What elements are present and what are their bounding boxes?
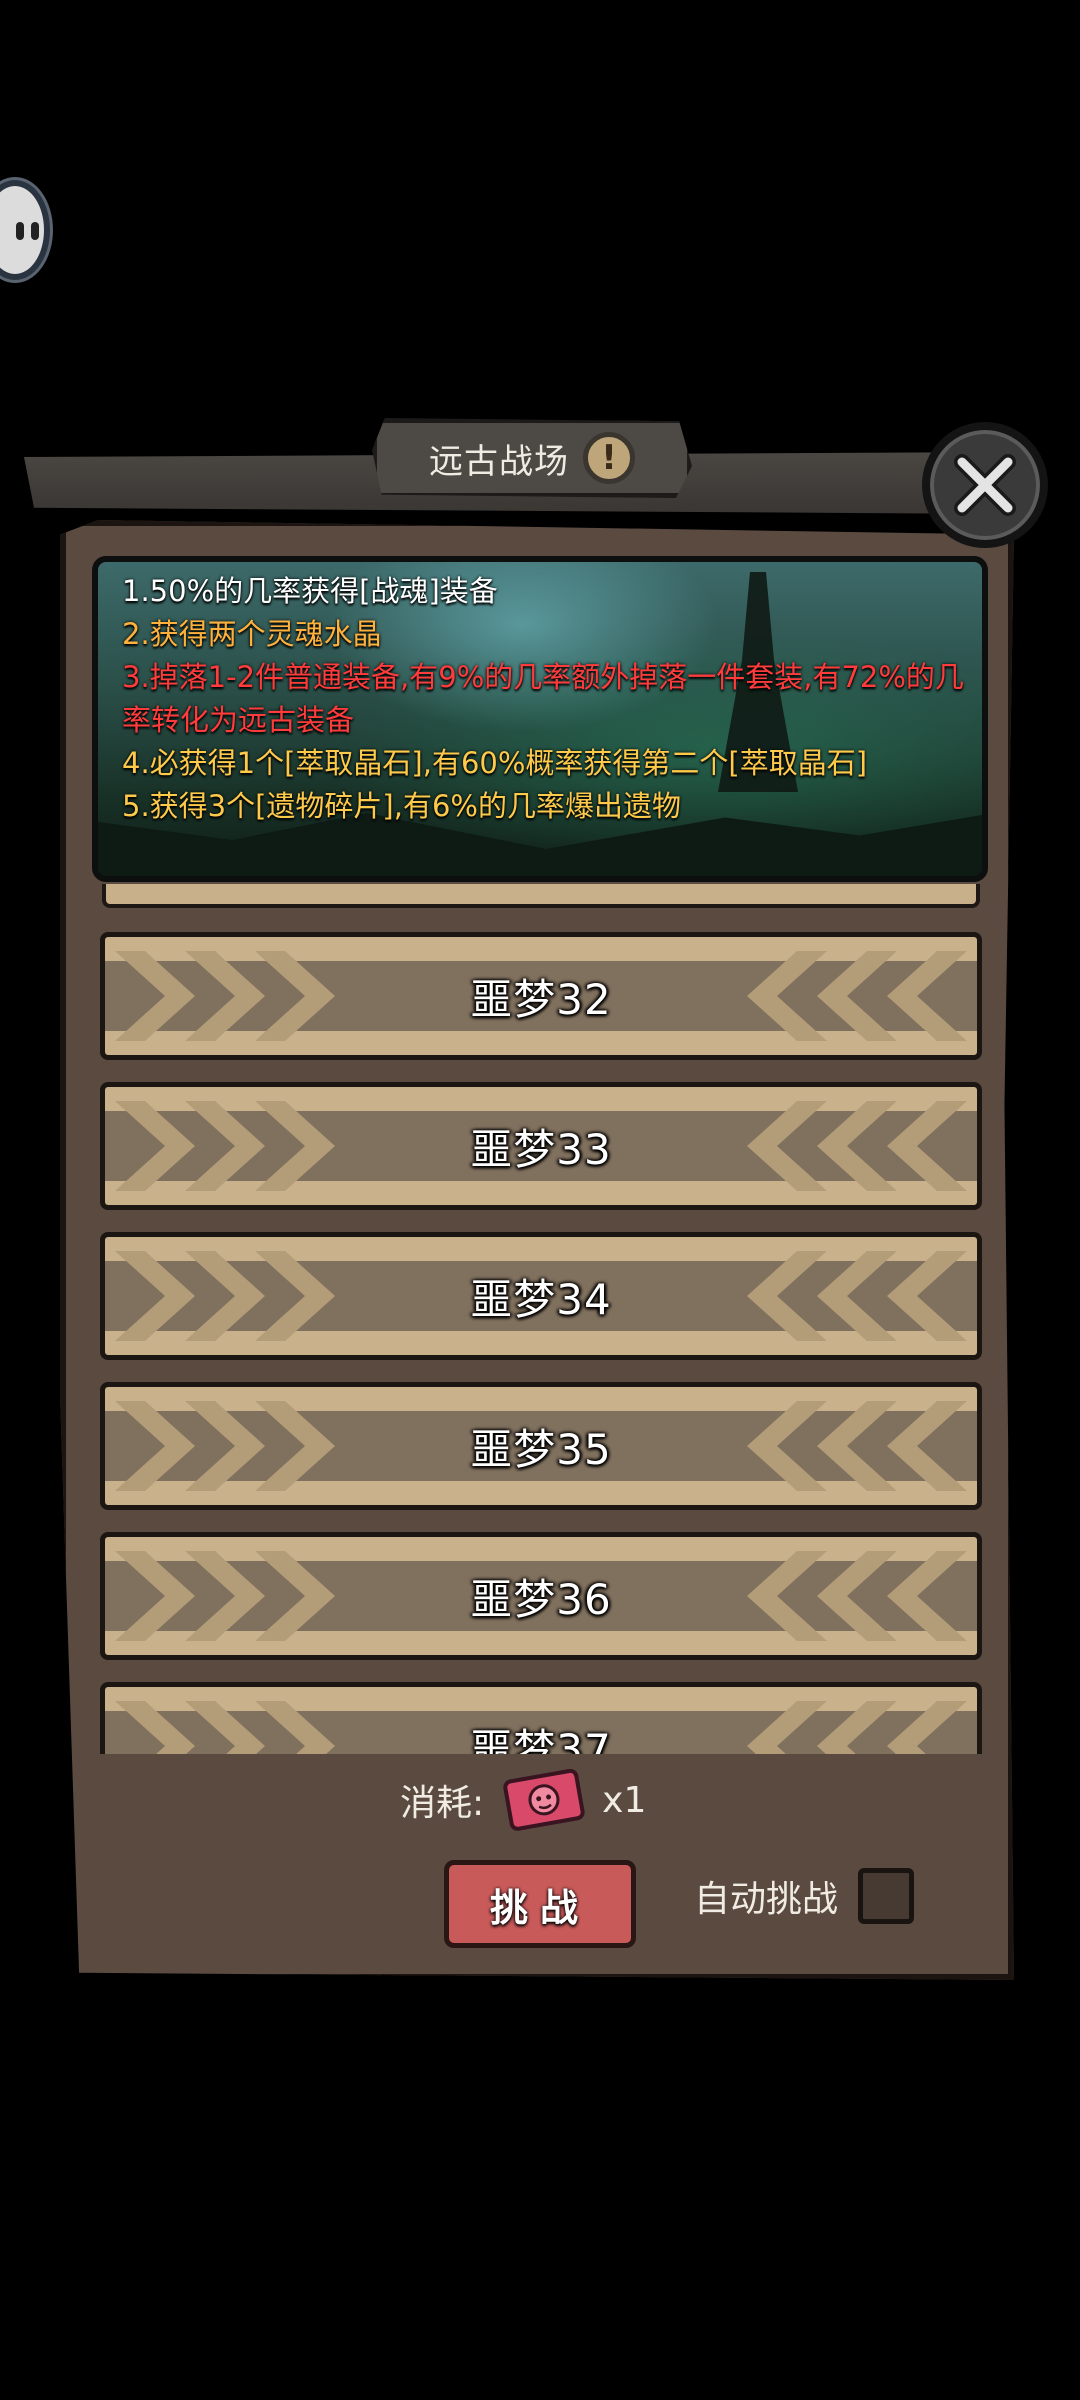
chevron-right-icon (115, 1251, 335, 1341)
ticket-icon (503, 1768, 585, 1831)
cost-quantity: x1 (602, 1779, 647, 1821)
chevron-right-icon (115, 1401, 335, 1491)
chevron-right-icon (115, 951, 335, 1041)
close-button[interactable] (922, 422, 1048, 548)
auto-challenge-label: 自动挑战 (694, 1879, 839, 1920)
cost-row: 消耗: x1 (400, 1760, 646, 1840)
reward-list: 1.50%的几率获得[战魂]装备 2.获得两个灵魂水晶 3.掉落1-2件普通装备… (122, 570, 970, 828)
level-item[interactable]: 噩梦34 (100, 1232, 982, 1360)
level-label: 噩梦37 (470, 1724, 612, 1755)
level-item[interactable]: 噩梦35 (100, 1382, 982, 1510)
level-item[interactable]: 噩梦32 (100, 932, 982, 1060)
close-x-icon (954, 454, 1016, 516)
level-item[interactable]: 噩梦33 (100, 1082, 982, 1210)
chevron-right-icon (115, 1101, 335, 1191)
eye-icon (16, 222, 24, 240)
level-label: 噩梦33 (470, 1124, 612, 1174)
level-label: 噩梦32 (470, 974, 612, 1024)
cost-label: 消耗: (400, 1783, 485, 1824)
reward-line-5: 5.获得3个[遗物碎片],有6%的几率爆出遗物 (122, 789, 681, 823)
chevron-left-icon (747, 951, 967, 1041)
auto-challenge-row[interactable]: 自动挑战 (694, 1868, 915, 1924)
exclamation-icon[interactable]: ! (583, 432, 635, 484)
reward-line-3: 3.掉落1-2件普通装备,有9%的几率额外掉落一件套装,有72%的几率转化为远古… (122, 660, 964, 737)
chevron-right-icon (115, 1551, 335, 1641)
chevron-left-icon (747, 1101, 967, 1191)
chevron-left-icon (747, 1551, 967, 1641)
reward-line-2: 2.获得两个灵魂水晶 (122, 617, 382, 651)
floating-assistant-button[interactable] (0, 180, 50, 280)
title-plank: 远古战场 ! (372, 418, 692, 498)
list-item-partial (102, 884, 980, 908)
level-item[interactable]: 噩梦36 (100, 1532, 982, 1660)
level-label: 噩梦36 (470, 1574, 612, 1624)
reward-line-1: 1.50%的几率获得[战魂]装备 (122, 574, 498, 608)
page-title: 远古战场 (429, 441, 569, 482)
chevron-left-icon (747, 1701, 967, 1754)
level-list[interactable]: 噩梦32 噩梦33 噩梦34 噩梦35 噩梦36 噩梦37 (96, 884, 990, 1754)
chevron-left-icon (747, 1251, 967, 1341)
reward-line-4: 4.必获得1个[萃取晶石],有60%概率获得第二个[萃取晶石] (122, 746, 868, 780)
level-label: 噩梦35 (470, 1424, 612, 1474)
eye-icon (31, 222, 39, 240)
chevron-right-icon (115, 1701, 335, 1754)
challenge-button[interactable]: 挑战 (444, 1860, 636, 1948)
level-item[interactable]: 噩梦37 (100, 1682, 982, 1754)
chevron-left-icon (747, 1401, 967, 1491)
reward-banner: 1.50%的几率获得[战魂]装备 2.获得两个灵魂水晶 3.掉落1-2件普通装备… (92, 556, 988, 882)
auto-challenge-checkbox[interactable] (858, 1868, 915, 1924)
level-label: 噩梦34 (470, 1274, 612, 1324)
